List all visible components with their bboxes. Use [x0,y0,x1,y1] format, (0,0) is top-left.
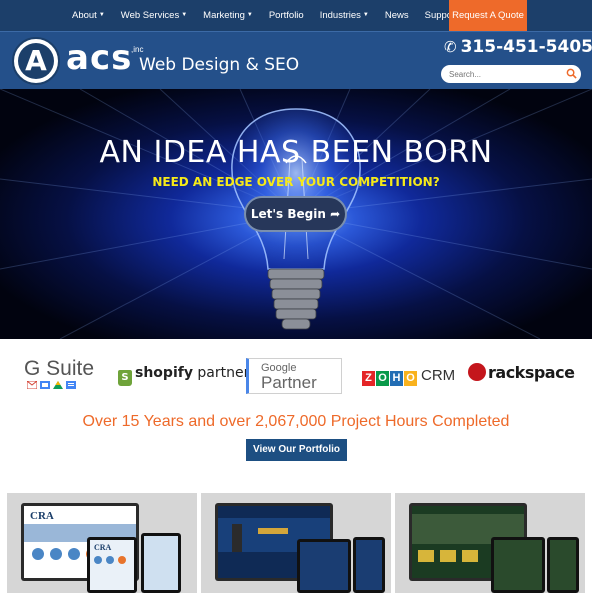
hero-banner: AN IDEA HAS BEEN BORN NEED AN EDGE OVER … [0,89,592,339]
rackspace-icon [468,363,486,381]
tablet-mockup: CRA [87,537,137,593]
brand-name: acs [66,38,133,78]
partner-logos: G Suite Sshopify partners Google Partner… [0,339,592,411]
project-hours-tagline: Over 15 Years and over 2,067,000 Project… [82,413,510,430]
caret-down-icon: ▼ [362,12,369,18]
site-header: A acs ,inc Web Design & SEO ✆ 315-451-540… [0,31,592,89]
hero-subtitle: NEED AN EDGE OVER YOUR COMPETITION? [152,175,440,189]
search-input[interactable] [449,67,559,81]
gmail-icon [27,381,37,389]
view-portfolio-button[interactable]: View Our Portfolio [246,439,347,461]
phone-mockup [547,537,579,593]
portfolio-cards: CRA CRA [0,481,592,593]
rackspace-logo: rackspace [468,363,575,382]
acs-logo[interactable]: A [12,37,60,85]
logo-letter: A [25,44,47,77]
shopify-bag-icon: S [118,370,132,386]
phone-number[interactable]: ✆ 315-451-5405 [444,36,592,58]
search-box [441,65,581,83]
lets-begin-button[interactable]: Let's Begin ➦ [244,196,347,232]
gsuite-logo: G Suite [24,357,95,380]
docs-icon [66,381,76,389]
nav-item-industries[interactable]: Industries ▼ [312,0,377,31]
phone-mockup [353,537,385,593]
nav-item-about[interactable]: About ▼ [64,0,113,31]
shopify-partners-logo: Sshopify partners [118,365,257,386]
nav-item-news[interactable]: News [377,0,417,31]
request-quote-button[interactable]: Request A Quote [449,0,527,31]
google-partner-badge: Google Partner [246,358,342,394]
portfolio-card[interactable]: CRA CRA [7,493,197,593]
search-icon[interactable] [566,68,577,79]
portfolio-card[interactable] [201,493,391,593]
brand-suffix: ,inc [131,45,144,54]
brand-tagline: Web Design & SEO [139,55,300,75]
nav-item-marketing[interactable]: Marketing ▼ [195,0,261,31]
top-navigation: About ▼ Web Services ▼ Marketing ▼ Portfolio In… [0,0,592,31]
portfolio-card[interactable] [395,493,585,593]
caret-down-icon: ▼ [98,12,105,18]
share-arrow-icon: ➦ [330,207,341,221]
nav-menu: About ▼ Web Services ▼ Marketing ▼ Portfolio In… [64,0,474,31]
hero-title: AN IDEA HAS BEEN BORN [99,135,493,170]
tablet-mockup [491,537,545,593]
phone-mockup [141,533,181,593]
tablet-mockup [297,539,351,593]
drive-icon [53,381,63,389]
zoho-crm-logo: Z O H O CRM [362,367,455,386]
gsuite-app-icons [27,381,76,389]
phone-icon: ✆ [444,38,457,56]
calendar-icon [40,381,50,389]
nav-item-web-services[interactable]: Web Services ▼ [113,0,195,31]
nav-item-portfolio[interactable]: Portfolio [261,0,312,31]
caret-down-icon: ▼ [181,12,188,18]
caret-down-icon: ▼ [246,12,253,18]
